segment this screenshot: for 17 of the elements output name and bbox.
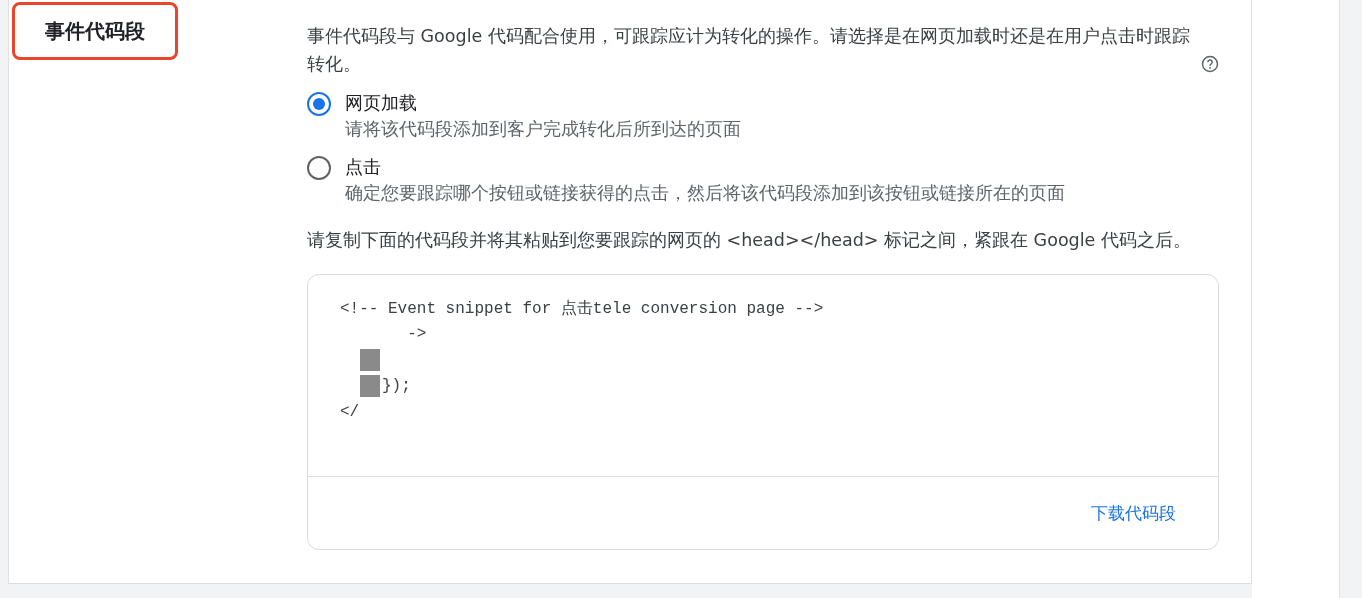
instruction-text: 请复制下面的代码段并将其粘贴到您要跟踪的网页的 <head></head> 标记之间，紧跟在 Google 代码之后。 xyxy=(307,229,1192,252)
description-text: 事件代码段与 Google 代码配合使用，可跟踪应计为转化的操作。请选择是在网页加载时还是在用户点击时跟踪转化。 xyxy=(307,25,1191,76)
code-line: }); xyxy=(382,377,411,395)
option-hint: 请将该代码段添加到客户完成转化后所到达的页面 xyxy=(345,118,741,141)
code-line: <!-- Event snippet for 点击tele conversion page --> xyxy=(340,298,824,319)
option-label: 点击 xyxy=(345,156,382,179)
option-hint: 确定您要跟踪哪个按钮或链接获得的点击，然后将该代码段添加到该按钮或链接所在的页面 xyxy=(345,182,1065,205)
download-link[interactable]: 下载代码段 xyxy=(1091,501,1176,525)
code-line: </ xyxy=(340,403,360,421)
section-title: 事件代码段 xyxy=(12,2,178,60)
redaction-block xyxy=(360,375,380,397)
radio-button[interactable] xyxy=(307,156,331,180)
code-line: -> xyxy=(406,325,427,343)
redaction-block xyxy=(360,349,380,371)
radio-button[interactable] xyxy=(307,92,331,116)
option-label: 网页加载 xyxy=(345,92,418,115)
help-icon[interactable] xyxy=(1201,55,1219,73)
